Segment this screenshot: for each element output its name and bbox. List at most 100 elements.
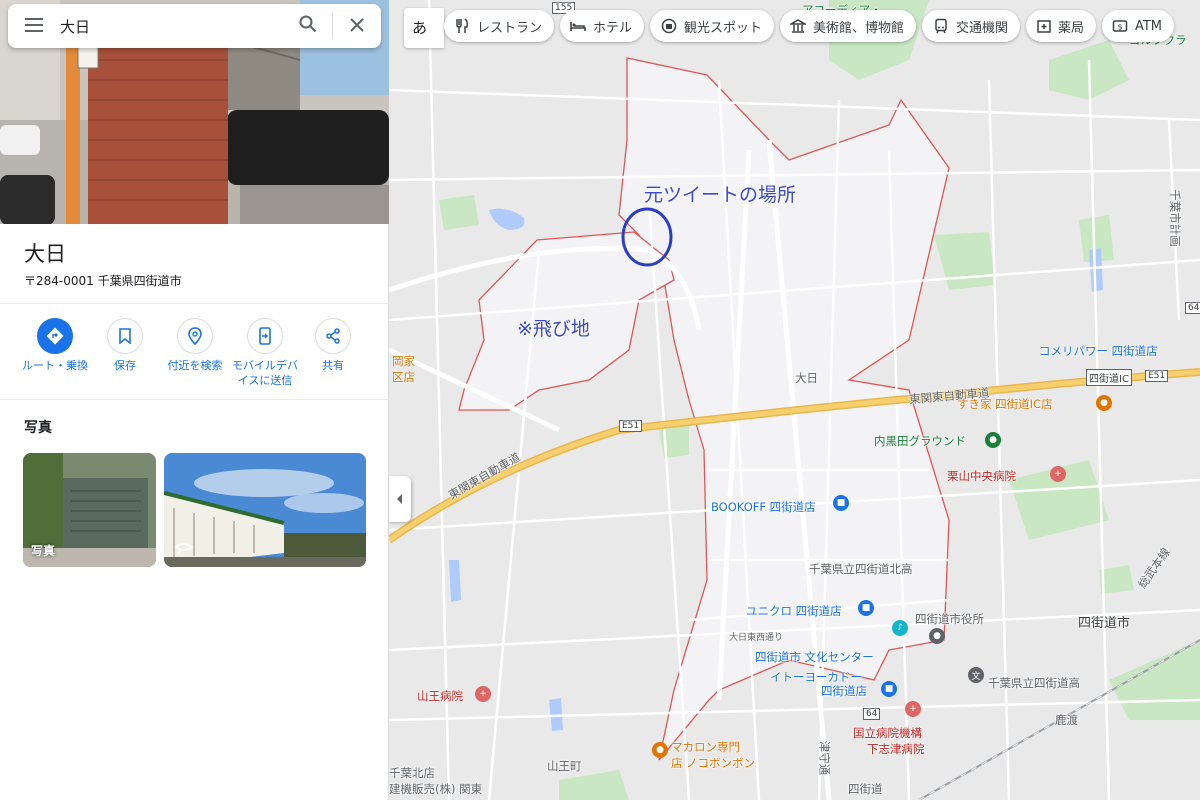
search-button[interactable]	[284, 4, 332, 48]
poi-uniqlo[interactable]: ユニクロ 四街道店	[746, 603, 842, 619]
place-panel: 大日 大日 〒284-0001 千葉県四街道市 ルート・乗換 保存 付近を検索 …	[0, 0, 389, 800]
svg-text:$: $	[1118, 23, 1123, 32]
transit-icon	[932, 17, 950, 35]
poi-ito-2[interactable]: 四街道店	[821, 683, 867, 699]
annotation-enclave: ※飛び地	[517, 318, 590, 340]
poi-sanno-hospital[interactable]: 山王病院	[417, 688, 463, 704]
music-pin-icon[interactable]: ♪	[892, 620, 908, 636]
chip-label: レストラン	[476, 20, 542, 36]
route-64-shield-2: 64	[863, 708, 881, 720]
search-icon	[299, 15, 317, 37]
poi-culture[interactable]: 四街道市 文化センター	[755, 649, 874, 665]
save-button[interactable]: 保存	[85, 318, 165, 373]
poi-national-hospital[interactable]: 国立病院機構	[853, 725, 922, 741]
left-label-a: 岡家	[392, 354, 415, 368]
chip-atm[interactable]: $ ATM	[1102, 10, 1174, 42]
save-label: 保存	[114, 359, 136, 372]
hamburger-menu-icon	[25, 17, 43, 36]
chip-label: 交通機関	[955, 20, 1008, 36]
chip-museum[interactable]: 美術館、博物館	[780, 10, 916, 42]
sanno-label: 山王町	[547, 759, 582, 773]
kanoura-label: 鹿渡	[1055, 713, 1078, 727]
shop-pin-icon[interactable]: ■	[833, 495, 849, 511]
chip-label: 薬局	[1058, 20, 1085, 36]
hospital-pin-icon-2[interactable]: +	[475, 686, 491, 702]
bookmark-icon	[107, 318, 143, 354]
photos-heading: 写真	[24, 420, 52, 436]
chip-restaurant[interactable]: レストラン	[444, 10, 554, 42]
poi-komeri[interactable]: コメリパワー 四街道店	[1039, 343, 1158, 359]
place-title: 大日	[24, 242, 66, 266]
send-to-phone-label-2: イスに送信	[237, 374, 293, 387]
share-icon	[315, 318, 351, 354]
nearby-icon	[177, 318, 213, 354]
poi-sukiya[interactable]: すき家 四街道IC店	[957, 396, 1053, 412]
collapse-panel-button[interactable]	[389, 476, 411, 522]
poi-hs[interactable]: 千葉県立四街道高	[988, 675, 1080, 691]
hotel-icon	[570, 17, 587, 35]
ic-label: 四街道IC	[1086, 369, 1132, 386]
chip-label: ホテル	[592, 20, 632, 36]
shop-pin-icon-3[interactable]: ■	[881, 681, 897, 697]
left-label-b: 区店	[392, 370, 415, 384]
route-64-shield: 64	[1185, 302, 1200, 314]
shop-pin-icon-2[interactable]: ■	[858, 600, 874, 616]
chevron-left-icon	[395, 490, 405, 509]
chip-transit[interactable]: 交通機関	[922, 10, 1020, 42]
poi-macaron[interactable]: マカロン専門	[671, 739, 740, 755]
chip-label: ATM	[1134, 18, 1162, 34]
museum-icon	[790, 17, 807, 35]
street-view-thumbnail[interactable]	[164, 453, 366, 567]
chip-label: 美術館、博物館	[812, 20, 904, 36]
share-label: 共有	[322, 359, 344, 372]
poi-uchikuroda[interactable]: 内黒田グラウンド	[874, 433, 966, 449]
restaurant-pin-icon[interactable]: ●	[1096, 395, 1112, 411]
chip-label: 観光スポット	[683, 20, 762, 36]
chip-attractions[interactable]: 観光スポット	[650, 10, 774, 42]
city-label: 四街道市	[1078, 616, 1131, 631]
chibakita-label: 千葉北店	[389, 766, 435, 780]
area-label: 大日	[795, 371, 818, 385]
government-pin-icon[interactable]: ●	[929, 628, 945, 644]
photo-caption: 写真	[31, 544, 56, 558]
street-view-icon	[174, 540, 194, 559]
e51-shield: E51	[619, 420, 643, 432]
restaurant-pin-icon-2[interactable]: ●	[652, 742, 668, 758]
park-pin-icon[interactable]: ●	[985, 432, 1001, 448]
street-label-2: 津守通	[817, 740, 832, 776]
ime-toggle[interactable]: あ	[404, 8, 444, 48]
attraction-icon	[660, 17, 678, 35]
divider	[0, 399, 389, 400]
hospital-pin-icon[interactable]: +	[1050, 466, 1066, 482]
hospital-pin-icon-3[interactable]: +	[905, 701, 921, 717]
station-label[interactable]: 四街道	[848, 781, 883, 797]
share-button[interactable]: 共有	[293, 318, 373, 373]
chip-hotel[interactable]: ホテル	[560, 10, 644, 42]
map-canvas[interactable]: 大日 東関東自動車道 東関東自動車道 E51 E51 四街道IC 155 64 …	[389, 0, 1200, 800]
divider	[0, 303, 389, 304]
search-nearby-label: 付近を検索	[167, 359, 223, 372]
road-label: 千葉市計画	[1167, 189, 1182, 247]
chip-pharmacy[interactable]: 薬局	[1026, 10, 1096, 42]
pharmacy-icon	[1036, 17, 1052, 35]
poi-city-office[interactable]: 四街道市役所	[915, 611, 984, 627]
e51-shield-2: E51	[1145, 370, 1169, 382]
search-input[interactable]: 大日	[60, 16, 284, 37]
poi-hs-north[interactable]: 千葉県立四街道北高	[809, 561, 913, 577]
action-row: ルート・乗換 保存 付近を検索 モバイルデバ イスに送信 共有	[0, 318, 389, 394]
clear-search-button[interactable]	[333, 4, 381, 48]
menu-button[interactable]	[8, 4, 60, 48]
poi-bookoff[interactable]: BOOKOFF 四街道店	[711, 499, 816, 515]
school-pin-icon[interactable]: 文	[968, 667, 984, 683]
directions-icon	[37, 318, 73, 354]
poi-kuriyama[interactable]: 栗山中央病院	[947, 468, 1016, 484]
directions-button[interactable]: ルート・乗換	[15, 318, 95, 373]
send-to-phone-icon	[247, 318, 283, 354]
search-nearby-button[interactable]: 付近を検索	[155, 318, 235, 373]
restaurant-icon	[454, 17, 471, 35]
photo-thumbnail[interactable]: 写真	[23, 453, 156, 567]
place-address: 〒284-0001 千葉県四街道市	[24, 274, 182, 288]
poi-national-hospital-2[interactable]: 下志津病院	[867, 741, 925, 757]
search-box[interactable]: 大日	[8, 4, 381, 48]
poi-macaron-2[interactable]: 店 ノコボンボン	[671, 755, 755, 771]
